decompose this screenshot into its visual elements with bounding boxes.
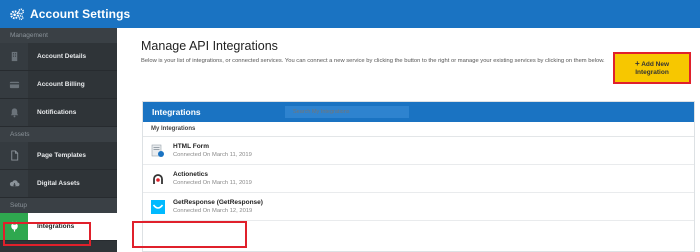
integration-date: Connected On March 11, 2019	[173, 152, 252, 158]
bell-icon	[10, 108, 18, 118]
page-title: Manage API Integrations	[141, 39, 278, 53]
sidebar-item-label: Account Details	[37, 53, 87, 60]
integration-date: Connected On March 11, 2019	[173, 180, 252, 186]
integration-row-actionetics[interactable]: Actionetics Connected On March 11, 2019	[143, 165, 694, 193]
panel-header: Integrations	[143, 102, 694, 122]
sidebar-item-label: Account Billing	[37, 81, 85, 88]
plus-icon: +	[634, 59, 640, 68]
sidebar-section-setup: Setup	[0, 198, 117, 213]
highlight-box-getresponse	[132, 221, 247, 248]
credit-card-icon	[9, 81, 19, 89]
actionetics-icon	[153, 173, 163, 184]
integration-name: GetResponse (GetResponse)	[173, 199, 263, 206]
gears-icon	[10, 8, 25, 21]
add-button-label-line2: Integration	[635, 68, 669, 76]
integration-name: Actionetics	[173, 171, 209, 178]
main-content: Manage API Integrations Below is your li…	[117, 28, 700, 252]
integration-name: HTML Form	[173, 143, 209, 150]
document-icon	[10, 150, 18, 161]
sidebar-section-management: Management	[0, 28, 117, 43]
add-button-label-line1: Add New	[641, 61, 670, 68]
top-bar: Account Settings	[0, 0, 700, 28]
sidebar-item-label: Page Templates	[37, 152, 87, 159]
integration-row-getresponse[interactable]: GetResponse (GetResponse) Connected On M…	[143, 193, 694, 221]
sidebar-section-assets: Assets	[0, 127, 117, 142]
search-integrations-input[interactable]	[285, 106, 409, 118]
page-description: Below is your list of integrations, or c…	[141, 58, 605, 64]
integration-date: Connected On March 12, 2019	[173, 208, 253, 214]
add-new-integration-button[interactable]: + Add New Integration	[613, 52, 691, 84]
sidebar: Management Account Details Account Billi…	[0, 28, 117, 252]
sidebar-item-label: Notifications	[37, 109, 77, 116]
getresponse-icon	[151, 199, 165, 214]
app-title: Account Settings	[30, 7, 131, 21]
cloud-download-icon	[9, 180, 20, 187]
sidebar-item-account-billing[interactable]: Account Billing	[0, 71, 117, 99]
sidebar-item-account-details[interactable]: Account Details	[0, 43, 117, 71]
panel-title: Integrations	[152, 107, 201, 117]
sidebar-item-notifications[interactable]: Notifications	[0, 99, 117, 127]
sidebar-item-page-templates[interactable]: Page Templates	[0, 142, 117, 170]
building-icon	[11, 51, 17, 62]
html-form-icon	[151, 144, 164, 157]
sidebar-item-digital-assets[interactable]: Digital Assets	[0, 170, 117, 198]
sidebar-item-label: Digital Assets	[37, 180, 80, 187]
my-integrations-heading: My Integrations	[143, 122, 694, 137]
highlight-box-integrations	[3, 222, 91, 246]
integration-row-html-form[interactable]: HTML Form Connected On March 11, 2019	[143, 137, 694, 165]
